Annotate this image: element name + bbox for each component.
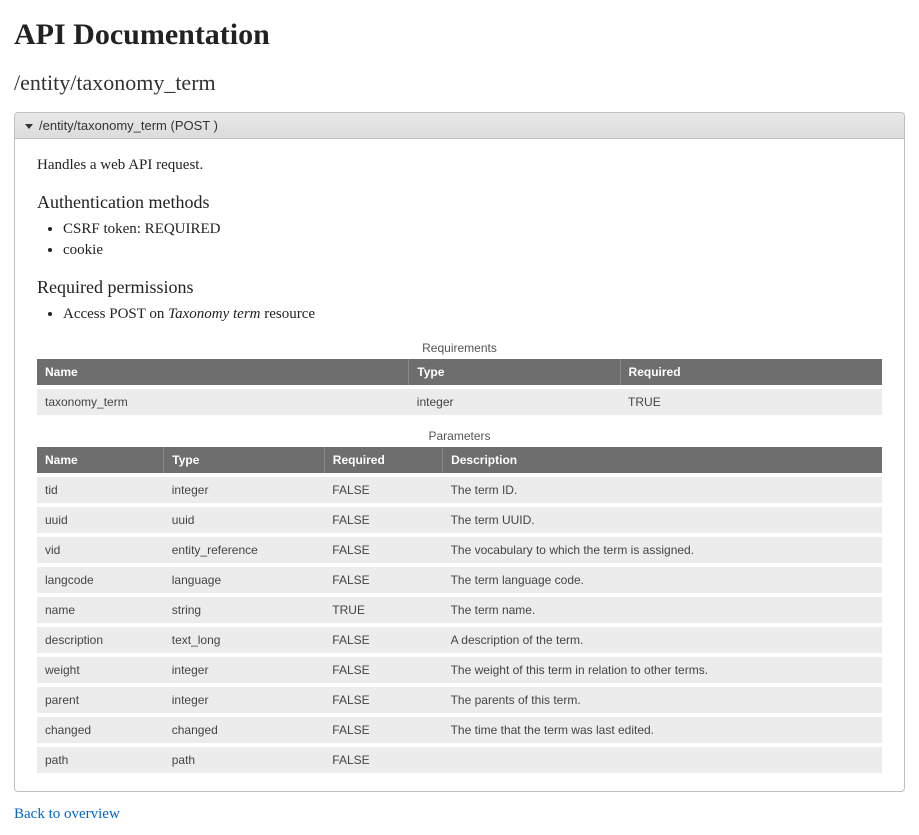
chevron-down-icon xyxy=(25,124,33,129)
endpoint-path: /entity/taxonomy_term xyxy=(14,70,905,96)
table-row: namestringTRUEThe term name. xyxy=(37,595,882,625)
back-link[interactable]: Back to overview xyxy=(14,806,120,823)
table-row: uuiduuidFALSEThe term UUID. xyxy=(37,505,882,535)
panel-header[interactable]: /entity/taxonomy_term (POST ) xyxy=(15,113,904,139)
cell-type: language xyxy=(164,565,325,595)
cell-description: The time that the term was last edited. xyxy=(443,715,882,745)
parameters-table: Name Type Required Description tidintege… xyxy=(37,447,882,773)
table-row: descriptiontext_longFALSEA description o… xyxy=(37,625,882,655)
cell-description: The term UUID. xyxy=(443,505,882,535)
cell-type: integer xyxy=(164,655,325,685)
table-row: tidintegerFALSEThe term ID. xyxy=(37,475,882,505)
cell-name: uuid xyxy=(37,505,164,535)
cell-required: FALSE xyxy=(324,565,442,595)
cell-required: TRUE xyxy=(324,595,442,625)
col-required: Required xyxy=(620,359,882,387)
cell-required: FALSE xyxy=(324,715,442,745)
table-row: langcodelanguageFALSEThe term language c… xyxy=(37,565,882,595)
table-row: changedchangedFALSEThe time that the ter… xyxy=(37,715,882,745)
requirements-table: Name Type Required taxonomy_termintegerT… xyxy=(37,359,882,415)
auth-heading: Authentication methods xyxy=(37,192,882,213)
page-title: API Documentation xyxy=(14,18,905,52)
cell-required: FALSE xyxy=(324,625,442,655)
cell-type: integer xyxy=(164,475,325,505)
cell-name: langcode xyxy=(37,565,164,595)
table-header-row: Name Type Required xyxy=(37,359,882,387)
table-row: weightintegerFALSEThe weight of this ter… xyxy=(37,655,882,685)
cell-name: taxonomy_term xyxy=(37,387,409,415)
col-type: Type xyxy=(164,447,325,475)
cell-required: FALSE xyxy=(324,535,442,565)
parameters-caption: Parameters xyxy=(37,429,882,443)
cell-type: integer xyxy=(164,685,325,715)
table-row: videntity_referenceFALSEThe vocabulary t… xyxy=(37,535,882,565)
cell-name: weight xyxy=(37,655,164,685)
table-row: pathpathFALSE xyxy=(37,745,882,773)
cell-description xyxy=(443,745,882,773)
cell-name: tid xyxy=(37,475,164,505)
list-item: CSRF token: REQUIRED xyxy=(63,221,882,238)
col-type: Type xyxy=(409,359,620,387)
cell-description: The vocabulary to which the term is assi… xyxy=(443,535,882,565)
table-row: taxonomy_termintegerTRUE xyxy=(37,387,882,415)
cell-required: TRUE xyxy=(620,387,882,415)
col-name: Name xyxy=(37,447,164,475)
cell-description: The parents of this term. xyxy=(443,685,882,715)
cell-name: path xyxy=(37,745,164,773)
cell-required: FALSE xyxy=(324,745,442,773)
cell-name: vid xyxy=(37,535,164,565)
cell-type: changed xyxy=(164,715,325,745)
table-row: parentintegerFALSEThe parents of this te… xyxy=(37,685,882,715)
col-name: Name xyxy=(37,359,409,387)
list-item: Access POST on Taxonomy term resource xyxy=(63,306,882,323)
cell-required: FALSE xyxy=(324,685,442,715)
list-item: cookie xyxy=(63,242,882,259)
cell-description: The term name. xyxy=(443,595,882,625)
endpoint-panel: /entity/taxonomy_term (POST ) Handles a … xyxy=(14,112,905,792)
panel-header-text: /entity/taxonomy_term (POST ) xyxy=(39,118,218,133)
cell-description: A description of the term. xyxy=(443,625,882,655)
col-required: Required xyxy=(324,447,442,475)
perms-list: Access POST on Taxonomy term resource xyxy=(37,306,882,323)
cell-required: FALSE xyxy=(324,505,442,535)
cell-required: FALSE xyxy=(324,475,442,505)
cell-name: description xyxy=(37,625,164,655)
cell-name: name xyxy=(37,595,164,625)
cell-type: path xyxy=(164,745,325,773)
cell-type: integer xyxy=(409,387,620,415)
cell-description: The weight of this term in relation to o… xyxy=(443,655,882,685)
cell-type: uuid xyxy=(164,505,325,535)
cell-type: entity_reference xyxy=(164,535,325,565)
cell-required: FALSE xyxy=(324,655,442,685)
table-header-row: Name Type Required Description xyxy=(37,447,882,475)
perms-heading: Required permissions xyxy=(37,277,882,298)
cell-description: The term ID. xyxy=(443,475,882,505)
intro-text: Handles a web API request. xyxy=(37,157,882,174)
requirements-caption: Requirements xyxy=(37,341,882,355)
cell-description: The term language code. xyxy=(443,565,882,595)
cell-name: parent xyxy=(37,685,164,715)
panel-body: Handles a web API request. Authenticatio… xyxy=(15,139,904,791)
auth-list: CSRF token: REQUIRED cookie xyxy=(37,221,882,259)
cell-type: text_long xyxy=(164,625,325,655)
cell-name: changed xyxy=(37,715,164,745)
cell-type: string xyxy=(164,595,325,625)
col-description: Description xyxy=(443,447,882,475)
